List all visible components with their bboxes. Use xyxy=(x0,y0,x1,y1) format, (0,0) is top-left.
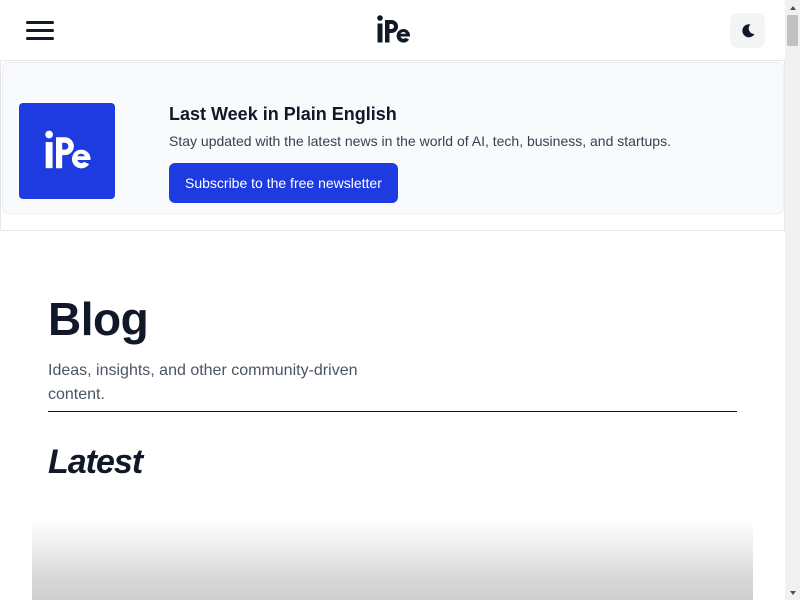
theme-toggle-button[interactable] xyxy=(730,13,765,48)
site-header xyxy=(0,0,785,61)
vertical-scrollbar[interactable] xyxy=(785,0,800,600)
page-viewport: Last Week in Plain English Stay updated … xyxy=(0,0,785,600)
site-logo[interactable] xyxy=(376,14,410,46)
newsletter-section: Last Week in Plain English Stay updated … xyxy=(0,61,785,231)
ipe-logo-icon xyxy=(19,103,115,199)
newsletter-title: Last Week in Plain English xyxy=(169,104,397,124)
scroll-down-arrow-icon[interactable] xyxy=(785,585,800,600)
scrollbar-thumb[interactable] xyxy=(787,15,798,46)
hamburger-menu-icon[interactable] xyxy=(26,20,54,40)
latest-post-card-image[interactable] xyxy=(32,518,753,600)
section-divider xyxy=(48,411,737,412)
newsletter-banner: Last Week in Plain English Stay updated … xyxy=(2,62,784,214)
page-title: Blog xyxy=(48,293,149,345)
newsletter-description: Stay updated with the latest news in the… xyxy=(169,133,671,149)
latest-heading: Latest xyxy=(48,443,143,481)
scroll-up-arrow-icon[interactable] xyxy=(785,0,800,15)
subscribe-button[interactable]: Subscribe to the free newsletter xyxy=(169,163,398,203)
page-description: Ideas, insights, and other community-dri… xyxy=(48,362,358,403)
moon-icon xyxy=(741,23,754,37)
